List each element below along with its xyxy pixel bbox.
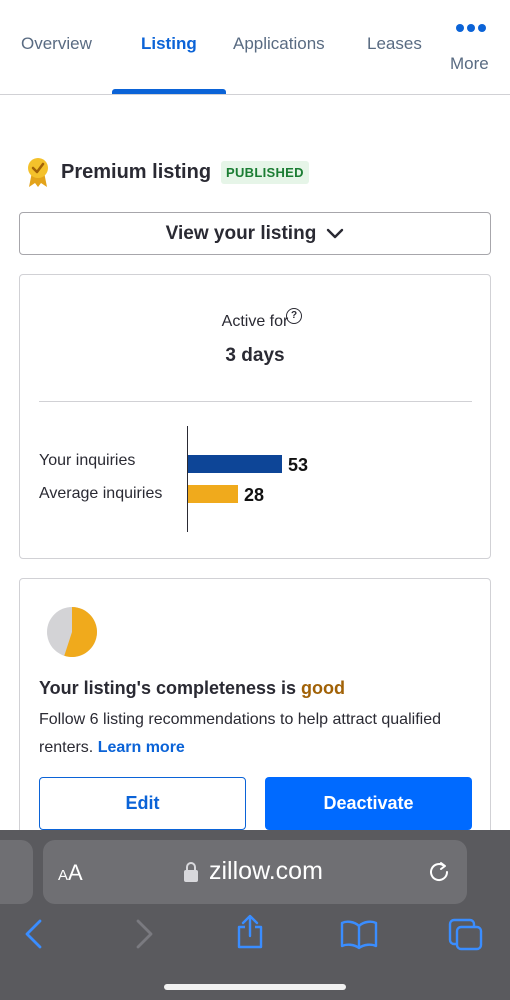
previous-tab-preview[interactable]: [0, 840, 33, 904]
listing-header: Premium listing PUBLISHED: [26, 158, 486, 188]
edit-button[interactable]: Edit: [39, 777, 246, 830]
tab-applications[interactable]: Applications: [233, 34, 325, 54]
url-text: zillow.com: [209, 857, 323, 885]
reload-icon[interactable]: [426, 859, 452, 885]
completeness-card: Your listing's completeness is good Foll…: [19, 578, 491, 848]
divider: [39, 401, 472, 402]
active-tab-indicator: [112, 89, 226, 94]
average-inquiries-value: 28: [244, 485, 265, 505]
active-for-label: Active for: [221, 313, 289, 330]
view-listing-label: View your listing: [165, 222, 317, 244]
completeness-pie-icon: [47, 607, 97, 657]
listing-stats-card: Active for ? 3 days Your inquiries Avera…: [19, 274, 491, 559]
listing-title: Premium listing: [61, 161, 212, 183]
medal-icon: [28, 158, 48, 187]
tab-leases[interactable]: Leases: [367, 34, 422, 54]
bookmarks-icon[interactable]: [340, 918, 378, 950]
address-bar[interactable]: AA zillow.com: [43, 840, 467, 904]
completeness-description: Follow 6 listing recommendations to help…: [39, 706, 459, 762]
your-inquiries-value: 53: [288, 455, 309, 475]
tab-overview[interactable]: Overview: [21, 34, 92, 54]
completeness-rating: good: [301, 678, 346, 698]
forward-icon[interactable]: [132, 918, 156, 950]
page: Overview Listing Applications Leases Mor…: [0, 0, 510, 1000]
view-listing-button[interactable]: View your listing: [19, 212, 491, 255]
lock-icon: [184, 862, 198, 882]
tab-bar: Overview Listing Applications Leases Mor…: [0, 0, 510, 95]
text-size-button[interactable]: AA: [58, 860, 83, 886]
chart-axis: [187, 426, 188, 532]
deactivate-button[interactable]: Deactivate: [265, 777, 472, 830]
browser-toolbar: AA zillow.com: [0, 830, 510, 1000]
your-inquiries-bar: [188, 455, 282, 473]
text-size-large: A: [68, 860, 83, 885]
share-icon[interactable]: [234, 914, 266, 950]
text-size-small: A: [58, 867, 69, 884]
average-inquiries-bar: [188, 485, 238, 503]
your-inquiries-label: Your inquiries: [39, 452, 136, 469]
tab-listing[interactable]: Listing: [141, 34, 197, 54]
average-inquiries-label: Average inquiries: [39, 485, 163, 502]
learn-more-link[interactable]: Learn more: [98, 739, 185, 756]
completeness-title-text: Your listing's completeness is: [39, 678, 302, 698]
completeness-title: Your listing's completeness is good: [39, 678, 345, 699]
help-icon[interactable]: ?: [286, 308, 302, 324]
tabs-icon[interactable]: [448, 918, 484, 952]
tab-more[interactable]: More: [450, 54, 489, 74]
back-icon[interactable]: [22, 918, 46, 950]
more-dots-icon[interactable]: [454, 22, 488, 34]
status-badge: PUBLISHED: [221, 161, 309, 184]
active-for-value: 3 days: [225, 345, 285, 366]
home-indicator: [164, 984, 346, 990]
chevron-down-icon: [327, 228, 344, 238]
